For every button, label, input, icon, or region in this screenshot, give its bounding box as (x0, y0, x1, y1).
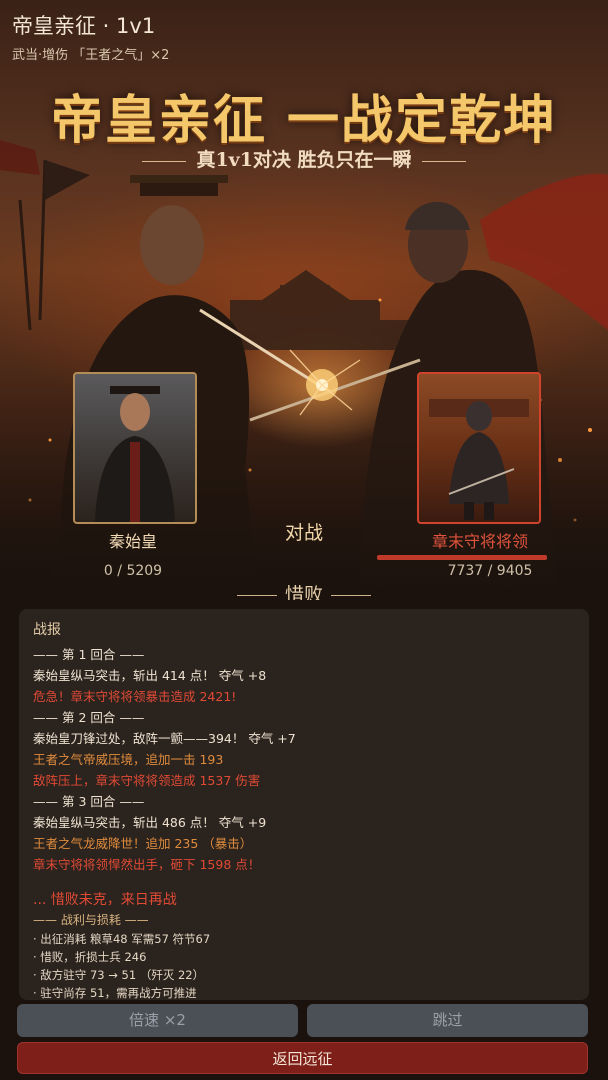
return-button[interactable]: 返回远征 (17, 1042, 588, 1074)
buff-subtitle: 武当·增伤 「王者之气」×2 (12, 48, 170, 63)
banner-title: 帝皇亲征 一战定乾坤 (50, 90, 558, 151)
enemy-portrait (417, 372, 541, 524)
log-line: 王者之气帝威压境，追加一击 193 (33, 752, 224, 767)
round-header: —— 第 1 回合 —— (33, 647, 145, 662)
reward-line: · 出征消耗 粮草48 军需57 符节67 (33, 932, 211, 946)
page-title: 帝皇亲征 · 1v1 (12, 14, 156, 38)
round-header: —— 第 3 回合 —— (33, 794, 145, 809)
log-line: 王者之气龙威降世！追加 235 （暴击） (33, 836, 253, 851)
reward-line: · 驻守尚存 51，需再战方可推进 (33, 986, 197, 1000)
player-name: 秦始皇 (108, 532, 157, 551)
enemy-highlight-bar (377, 555, 547, 560)
rewards-header: —— 战利与损耗 —— (33, 913, 149, 927)
banner-tagline: 真1v1对决 胜负只在一瞬 (0, 145, 608, 172)
emperor-avatar-icon (95, 386, 175, 522)
divider (331, 595, 371, 596)
result-summary: ... 惜败未克，来日再战 (33, 892, 177, 908)
battle-result-text: 惜败 (284, 584, 323, 600)
log-line: 秦始皇刀锋过处，敌阵一颤——394！ 夺气 +7 (33, 731, 296, 746)
hero-banner: 帝皇亲征 · 1v1 武当·增伤 「王者之气」×2 帝皇亲征 一战定乾坤 真1v… (0, 0, 608, 600)
divider (236, 595, 277, 596)
log-line: 危急！章末守将将领暴击造成 2421! (33, 689, 237, 704)
log-line: 章末守将将领悍然出手，砸下 1598 点！ (33, 857, 261, 872)
divider (142, 160, 187, 162)
banner-tagline-text: 真1v1对决 胜负只在一瞬 (196, 149, 412, 171)
log-line: 敌阵压上，章末守将将领造成 1537 伤害 (33, 773, 261, 788)
speed-button[interactable]: 倍速 ×2 (17, 1004, 298, 1037)
enemy-name: 章末守将将领 (431, 532, 528, 551)
player-portrait (73, 372, 197, 524)
enemy-hp: 7737 / 9405 (447, 563, 533, 579)
battle-result: 惜败 (0, 580, 608, 600)
divider (421, 160, 466, 162)
player-hp: 0 / 5209 (103, 563, 163, 579)
reward-line: · 敌方驻守 73 → 51 （歼灭 22） (33, 968, 205, 982)
log-heading: 战报 (33, 622, 61, 638)
log-line: 秦始皇纵马突击，斩出 414 点！ 夺气 +8 (33, 668, 267, 683)
vs-label: 对战 (284, 522, 323, 544)
battle-log-panel[interactable]: 战报 —— 第 1 回合 —— 秦始皇纵马突击，斩出 414 点！ 夺气 +8 … (19, 609, 589, 1000)
reward-line: · 惜败，折损士兵 246 (33, 950, 147, 964)
skip-button[interactable]: 跳过 (307, 1004, 588, 1037)
round-header: —— 第 2 回合 —— (33, 710, 145, 725)
general-avatar-icon (429, 399, 529, 520)
log-line: 秦始皇纵马突击，斩出 486 点！ 夺气 +9 (33, 815, 267, 830)
